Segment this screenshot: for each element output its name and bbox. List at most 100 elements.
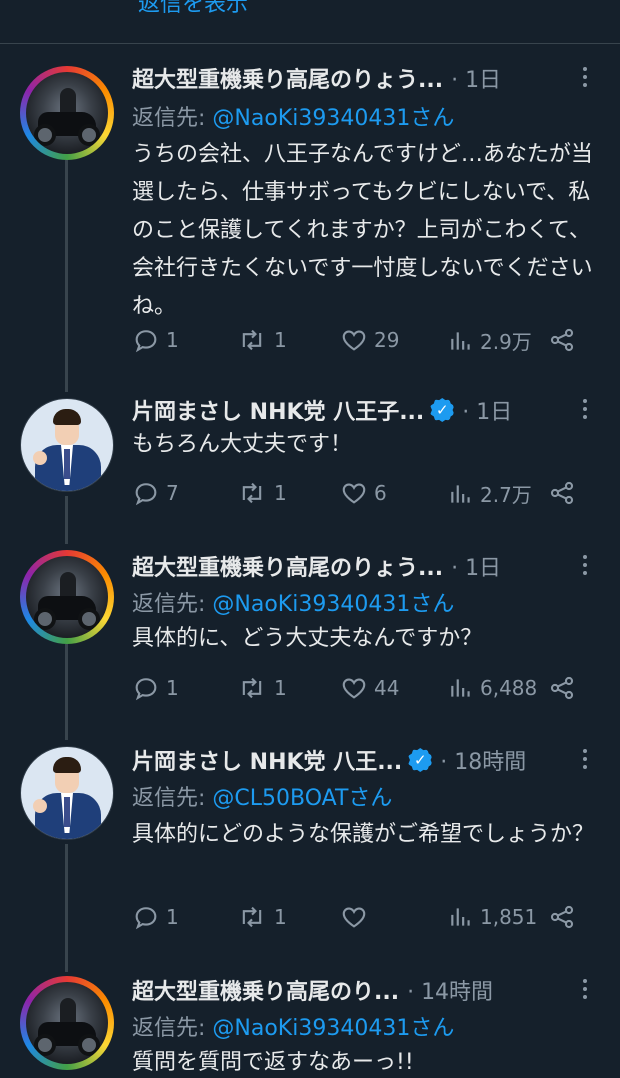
reply-handle[interactable]: @NaoKi39340431さん xyxy=(212,592,454,617)
retweet-icon xyxy=(242,906,262,928)
reply-count: 1 xyxy=(166,676,179,700)
tweet[interactable]: 超大型重機乗り高尾のりょう... · 1日 返信先: @NaoKi3934043… xyxy=(0,0,620,390)
like-count: 29 xyxy=(374,328,400,352)
display-name[interactable]: 超大型重機乗り高尾のりょう... xyxy=(132,62,443,94)
avatar[interactable] xyxy=(20,66,114,160)
reply-prefix: 返信先: xyxy=(132,786,213,811)
reply-handle[interactable]: @NaoKi39340431さん xyxy=(212,1016,454,1041)
retweet-button[interactable]: 1 xyxy=(236,674,287,702)
tweet-header: 片岡まさし NHK党 八王... ✓ · 18時間 xyxy=(132,742,570,778)
tweet[interactable]: 片岡まさし NHK党 八王... ✓ · 18時間 返信先: @CL50BOAT… xyxy=(0,740,620,970)
reply-count: 7 xyxy=(166,481,179,505)
share-icon xyxy=(550,481,574,505)
action-bar: 7 1 6 2.7万 xyxy=(132,479,592,513)
view-count: 6,488 xyxy=(480,676,538,700)
retweet-icon xyxy=(242,677,262,699)
timestamp[interactable]: · 18時間 xyxy=(440,744,526,776)
retweet-icon xyxy=(242,482,262,504)
display-name[interactable]: 片岡まさし NHK党 八王子... xyxy=(132,394,424,426)
avatar[interactable] xyxy=(20,976,114,1070)
like-button[interactable]: 44 xyxy=(340,674,399,702)
tweet[interactable]: 超大型重機乗り高尾のり... · 14時間 返信先: @NaoKi3934043… xyxy=(0,970,620,1078)
views-button[interactable]: 1,851 xyxy=(448,903,537,931)
tweet-text: 具体的にどのような保護がご希望でしょうか？ xyxy=(132,822,595,847)
view-count: 2.9万 xyxy=(480,330,532,354)
retweet-count: 1 xyxy=(274,905,287,929)
views-button[interactable]: 6,488 xyxy=(448,674,537,702)
share-button[interactable] xyxy=(548,674,576,702)
views-button[interactable]: 2.7万 xyxy=(448,479,532,508)
action-bar: 1 1 1,851 xyxy=(132,903,592,937)
views-icon xyxy=(451,484,470,503)
display-name[interactable]: 超大型重機乗り高尾のり... xyxy=(132,974,399,1006)
more-icon[interactable] xyxy=(570,744,600,774)
retweet-button[interactable]: 1 xyxy=(236,326,287,354)
tweet-text: 具体的に、どう大丈夫なんですか？ xyxy=(132,626,483,651)
share-icon xyxy=(550,905,574,929)
avatar[interactable] xyxy=(20,398,114,492)
like-button[interactable]: 6 xyxy=(340,479,387,507)
reply-icon xyxy=(135,330,157,353)
views-icon xyxy=(451,908,470,926)
tweet[interactable]: 超大型重機乗り高尾のりょう... · 1日 返信先: @NaoKi3934043… xyxy=(0,540,620,740)
reply-context: 返信先: @NaoKi39340431さん xyxy=(132,1010,454,1042)
action-bar: 1 1 44 6,488 xyxy=(132,674,592,708)
reply-prefix: 返信先: xyxy=(132,1016,213,1041)
reply-handle[interactable]: @CL50BOATさん xyxy=(212,786,392,811)
retweet-count: 1 xyxy=(274,676,287,700)
more-icon[interactable] xyxy=(570,974,600,1004)
retweet-icon xyxy=(242,329,262,351)
reply-button[interactable]: 1 xyxy=(132,903,179,931)
avatar[interactable] xyxy=(20,550,114,644)
retweet-count: 1 xyxy=(274,481,287,505)
display-name[interactable]: 超大型重機乗り高尾のりょう... xyxy=(132,550,443,582)
more-icon[interactable] xyxy=(570,394,600,424)
tweet-header: 超大型重機乗り高尾のりょう... · 1日 xyxy=(132,548,570,584)
reply-prefix: 返信先: xyxy=(132,106,213,131)
retweet-button[interactable]: 1 xyxy=(236,903,287,931)
tweet-text: 質問を質問で返すなあーっ!! xyxy=(132,1050,414,1075)
tweet-header: 超大型重機乗り高尾のり... · 14時間 xyxy=(132,972,570,1008)
heart-icon xyxy=(342,483,366,504)
timestamp[interactable]: · 1日 xyxy=(462,394,512,426)
heart-icon xyxy=(342,330,366,351)
display-name[interactable]: 片岡まさし NHK党 八王... xyxy=(132,744,402,776)
timestamp[interactable]: · 1日 xyxy=(451,62,501,94)
more-icon[interactable] xyxy=(570,550,600,580)
views-button[interactable]: 2.9万 xyxy=(448,326,532,355)
reply-context: 返信先: @NaoKi39340431さん xyxy=(132,586,454,618)
reply-handle[interactable]: @NaoKi39340431さん xyxy=(212,106,454,131)
like-count: 44 xyxy=(374,676,400,700)
reply-count: 1 xyxy=(166,328,179,352)
action-bar: 1 1 29 2.9万 xyxy=(132,326,592,360)
reply-button[interactable]: 7 xyxy=(132,479,179,507)
reply-button[interactable]: 1 xyxy=(132,674,179,702)
reply-icon xyxy=(135,678,157,701)
avatar[interactable] xyxy=(20,746,114,840)
share-button[interactable] xyxy=(548,903,576,931)
heart-icon xyxy=(342,907,366,928)
like-button[interactable] xyxy=(340,903,374,931)
views-icon xyxy=(451,331,470,350)
reply-context: 返信先: @CL50BOATさん xyxy=(132,780,392,812)
tweet-text: もちろん大丈夫です！ xyxy=(132,432,353,457)
reply-icon xyxy=(135,907,157,930)
retweet-button[interactable]: 1 xyxy=(236,479,287,507)
view-count: 1,851 xyxy=(480,905,538,929)
verified-badge-icon: ✓ xyxy=(430,398,455,422)
timestamp[interactable]: · 1日 xyxy=(451,550,501,582)
verified-badge-icon: ✓ xyxy=(408,748,433,772)
more-icon[interactable] xyxy=(570,62,600,92)
share-button[interactable] xyxy=(548,326,576,354)
tweet[interactable]: 片岡まさし NHK党 八王子... ✓ · 1日 もちろん大丈夫です！ 7 1 … xyxy=(0,390,620,540)
like-count: 6 xyxy=(374,481,387,505)
share-icon xyxy=(550,676,574,700)
timestamp[interactable]: · 14時間 xyxy=(407,974,493,1006)
share-button[interactable] xyxy=(548,479,576,507)
reply-prefix: 返信先: xyxy=(132,592,213,617)
like-button[interactable]: 29 xyxy=(340,326,399,354)
reply-button[interactable]: 1 xyxy=(132,326,179,354)
tweet-header: 片岡まさし NHK党 八王子... ✓ · 1日 xyxy=(132,392,570,428)
tweet-text: うちの会社、八王子なんですけど…あなたが当選したら、仕事サボってもクビにしないで… xyxy=(132,142,593,319)
share-icon xyxy=(550,328,574,352)
